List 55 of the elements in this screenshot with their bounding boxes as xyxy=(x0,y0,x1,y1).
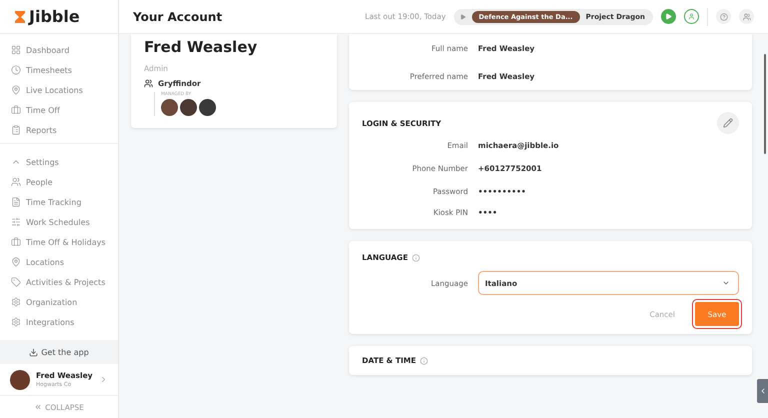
clock-in-button[interactable] xyxy=(684,9,699,24)
dropdown-caret-icon xyxy=(722,279,730,287)
sidebar-item[interactable]: People xyxy=(11,172,118,192)
sidebar-item[interactable]: Live Locations xyxy=(11,80,118,100)
manager-avatar xyxy=(199,99,216,116)
people-icon xyxy=(144,79,153,88)
clipboard-icon xyxy=(11,125,21,135)
sidebar-item[interactable]: Time Off xyxy=(11,100,118,120)
document-icon xyxy=(11,197,21,207)
pencil-icon xyxy=(723,118,733,128)
manager-avatar xyxy=(161,99,178,116)
sliders-icon xyxy=(11,217,21,227)
settings-icon xyxy=(11,317,21,327)
location-pin-icon xyxy=(11,257,21,267)
info-icon xyxy=(412,254,420,262)
settings-icon xyxy=(11,297,21,307)
brand-name: Jibble xyxy=(29,7,80,26)
sidebar-item[interactable]: Dashboard xyxy=(11,40,118,60)
sidebar-item[interactable]: Time Tracking xyxy=(11,192,118,212)
briefcase-icon xyxy=(11,105,21,115)
download-icon xyxy=(29,348,38,356)
location-pin-icon xyxy=(11,85,21,95)
tag-icon xyxy=(11,277,21,287)
info-icon xyxy=(420,356,428,364)
people-icon xyxy=(742,12,750,20)
play-icon xyxy=(665,13,672,20)
get-app-button[interactable]: Get the app xyxy=(0,340,118,364)
user-avatar xyxy=(10,370,30,390)
play-icon xyxy=(460,14,466,20)
people-icon xyxy=(11,177,21,187)
sidebar-item[interactable]: Activities & Projects xyxy=(11,272,118,292)
page-title: Your Account xyxy=(133,10,224,24)
person-icon xyxy=(688,13,695,20)
settings-group-toggle[interactable]: Settings xyxy=(11,152,118,172)
grid-icon xyxy=(11,45,21,55)
profile-name: Fred Weasley xyxy=(144,38,258,56)
manager-avatar xyxy=(180,99,197,116)
sidebar-item[interactable]: Time Off & Holidays xyxy=(11,232,118,252)
briefcase-icon xyxy=(11,237,21,247)
sidebar-item[interactable]: Locations xyxy=(11,252,118,272)
hourglass-logo-icon xyxy=(14,10,26,24)
sidebar-item[interactable]: Work Schedules xyxy=(11,212,118,232)
people-button[interactable] xyxy=(739,9,754,24)
side-panel-toggle[interactable] xyxy=(757,379,768,403)
chevron-right-icon xyxy=(99,375,108,384)
sidebar-item[interactable]: Integrations xyxy=(11,312,118,332)
sidebar-item[interactable]: Timesheets xyxy=(11,60,118,80)
help-button[interactable] xyxy=(716,9,731,24)
edit-button[interactable] xyxy=(717,112,739,134)
sidebar-item[interactable]: Organization xyxy=(11,292,118,312)
start-timer-button[interactable] xyxy=(661,9,676,24)
clock-icon xyxy=(11,65,21,75)
double-chevron-left-icon xyxy=(34,403,42,411)
help-icon xyxy=(720,12,728,20)
sidebar-item[interactable]: Reports xyxy=(11,120,118,140)
